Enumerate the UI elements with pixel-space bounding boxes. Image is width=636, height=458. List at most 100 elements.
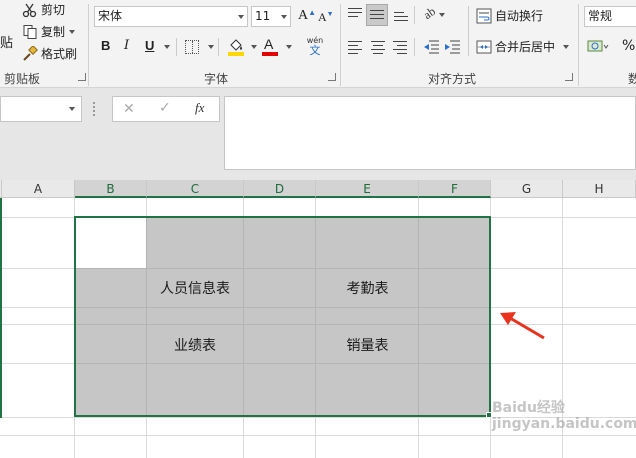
cell-border xyxy=(76,307,489,308)
cancel-icon[interactable]: ✕ xyxy=(123,101,135,117)
chevron-down-icon xyxy=(281,15,287,19)
active-cell[interactable] xyxy=(76,218,146,268)
paint-bucket-icon xyxy=(228,39,244,56)
column-header-b[interactable]: B xyxy=(75,180,147,198)
column-header-h[interactable]: H xyxy=(563,180,636,198)
insert-function-button[interactable]: fx xyxy=(195,100,204,116)
column-header-e[interactable]: E xyxy=(316,180,419,198)
chevron-down-icon xyxy=(238,15,244,19)
decrease-indent-button[interactable] xyxy=(423,40,439,54)
chevron-down-icon xyxy=(563,44,570,49)
cell-border xyxy=(76,268,489,269)
column-header-a[interactable]: A xyxy=(2,180,75,198)
align-right-button[interactable] xyxy=(393,41,407,54)
group-divider xyxy=(88,4,89,86)
formula-bar: ✕ ✓ fx xyxy=(0,88,636,180)
alignment-group-label: 对齐方式 xyxy=(428,72,477,86)
cell-performance-table[interactable]: 业绩表 xyxy=(147,335,243,355)
cell-border xyxy=(76,324,489,325)
font-color-a-icon: A xyxy=(264,36,274,52)
column-header-d[interactable]: D xyxy=(244,180,316,198)
merge-cells-icon xyxy=(476,39,492,55)
font-size-select[interactable]: 11 xyxy=(251,6,291,27)
bottom-align-button[interactable] xyxy=(394,10,408,22)
number-format-value: 常规 xyxy=(588,9,613,23)
increase-font-button[interactable]: A ▲ xyxy=(298,8,316,24)
column-header-c[interactable]: C xyxy=(147,180,244,198)
watermark: Baidu经验 jingyan.baidu.com xyxy=(492,400,636,432)
indent-icon xyxy=(445,40,460,54)
wrap-text-icon xyxy=(476,8,492,24)
annotation-arrow-icon xyxy=(500,312,545,340)
paste-button[interactable]: 贴 xyxy=(0,32,13,51)
italic-button[interactable]: I xyxy=(124,38,129,53)
bold-button[interactable]: B xyxy=(101,38,110,53)
column-header-f[interactable]: F xyxy=(419,180,491,198)
cell-sales-table[interactable]: 销量表 xyxy=(316,335,419,355)
font-name-select[interactable]: 宋体 xyxy=(94,6,248,27)
decrease-font-button[interactable]: A ▼ xyxy=(318,10,334,25)
phonetic-button[interactable]: wén 文 xyxy=(304,36,326,58)
cell-attendance-table[interactable]: 考勤表 xyxy=(316,278,419,298)
enter-icon[interactable]: ✓ xyxy=(159,100,171,116)
underline-button[interactable]: U xyxy=(145,38,154,53)
chevron-down-icon[interactable] xyxy=(69,29,76,34)
formula-bar-grip[interactable] xyxy=(93,102,95,116)
gridline xyxy=(0,435,636,436)
percent-button[interactable]: % xyxy=(622,38,635,54)
group-divider xyxy=(340,4,341,86)
font-dialog-launcher[interactable] xyxy=(328,73,336,81)
chevron-down-icon[interactable] xyxy=(208,45,214,49)
chevron-down-icon[interactable] xyxy=(69,107,75,111)
merge-center-button[interactable]: 合并后居中 xyxy=(476,38,570,55)
name-box[interactable] xyxy=(0,96,82,122)
cell-border xyxy=(76,363,489,364)
group-divider xyxy=(414,6,415,24)
cell-personnel-table[interactable]: 人员信息表 xyxy=(147,278,243,298)
cut-label: 剪切 xyxy=(41,3,66,17)
borders-button[interactable] xyxy=(185,40,199,54)
group-divider xyxy=(218,38,219,56)
chevron-down-icon[interactable] xyxy=(164,45,170,49)
alignment-dialog-launcher[interactable] xyxy=(565,73,573,81)
cut-button[interactable]: 剪切 xyxy=(22,1,65,18)
copy-icon xyxy=(22,24,38,40)
cell-border xyxy=(418,218,419,415)
font-size-value: 11 xyxy=(255,9,271,23)
currency-icon xyxy=(587,40,609,52)
clipboard-dialog-launcher[interactable] xyxy=(78,73,86,81)
align-center-button[interactable] xyxy=(371,41,385,54)
paintbrush-icon xyxy=(22,44,38,62)
increase-indent-button[interactable] xyxy=(444,40,460,54)
chevron-down-icon[interactable] xyxy=(286,45,292,49)
format-painter-label: 格式刷 xyxy=(41,47,78,61)
align-left-button[interactable] xyxy=(348,41,362,54)
number-format-select[interactable]: 常规 xyxy=(584,6,636,27)
orientation-button[interactable]: ab xyxy=(420,4,446,23)
chevron-down-icon[interactable] xyxy=(251,45,257,49)
align-middle-icon xyxy=(370,9,384,21)
copy-label: 复制 xyxy=(41,25,66,39)
fill-color-button[interactable] xyxy=(227,37,245,57)
text-orientation-icon: ab xyxy=(420,4,439,23)
middle-align-button[interactable] xyxy=(366,4,388,26)
cell-border xyxy=(146,218,147,415)
scissors-icon xyxy=(22,2,38,18)
top-align-button[interactable] xyxy=(348,8,362,20)
copy-button[interactable]: 复制 xyxy=(22,23,76,40)
accounting-format-button[interactable] xyxy=(587,38,611,56)
ribbon: 贴 剪切 复制 格式刷 剪贴板 宋体 11 A ▲ A ▼ B I U A wé… xyxy=(0,0,636,88)
paste-label: 贴 xyxy=(0,36,14,51)
formula-input[interactable] xyxy=(224,96,636,170)
font-color-button[interactable]: A xyxy=(261,36,279,57)
group-divider xyxy=(468,6,469,56)
phonetic-char: 文 xyxy=(309,44,321,57)
wrap-text-button[interactable]: 自动换行 xyxy=(476,7,543,24)
worksheet-grid[interactable]: A B C D E F G H 人员信息表 考勤表 业绩表 销量表 Baidu经… xyxy=(0,180,636,458)
outdent-icon xyxy=(424,40,439,54)
border-icon xyxy=(192,41,193,53)
formula-buttons: ✕ ✓ fx xyxy=(112,96,220,122)
format-painter-button[interactable]: 格式刷 xyxy=(22,44,78,62)
group-divider xyxy=(578,4,579,86)
column-header-g[interactable]: G xyxy=(491,180,563,198)
